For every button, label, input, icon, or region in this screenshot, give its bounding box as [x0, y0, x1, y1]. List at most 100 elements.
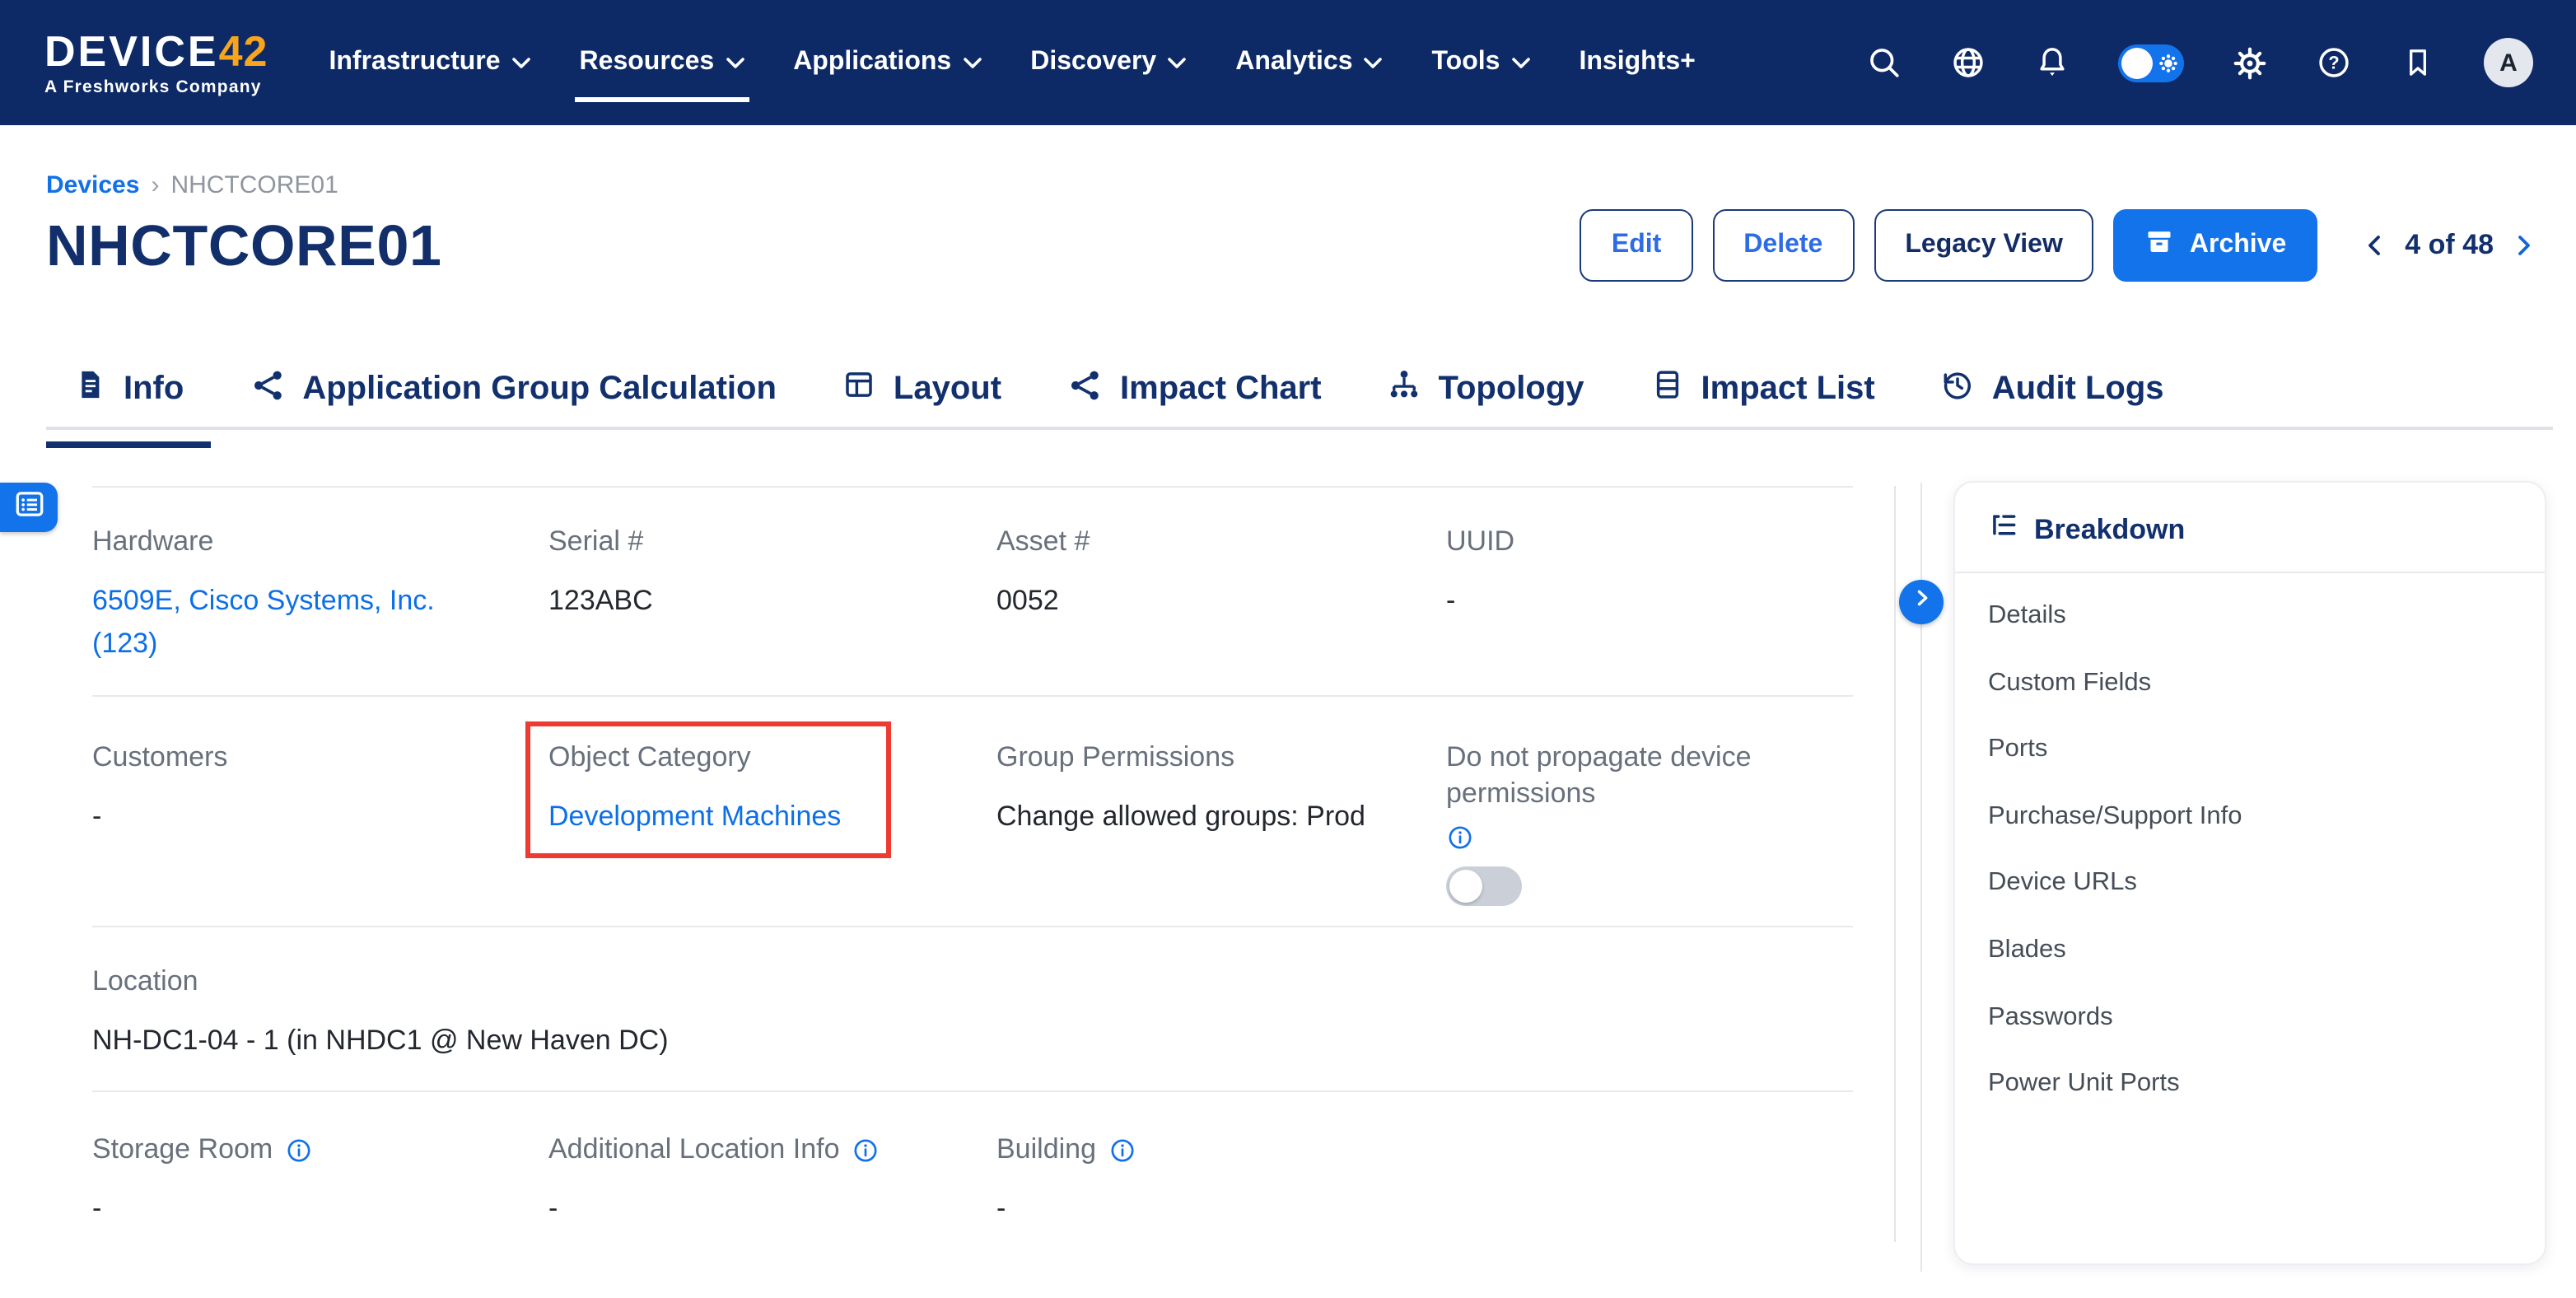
field-row-ownership: Customers - Object Category Development …	[92, 695, 1853, 926]
breakdown-item-blades[interactable]: Blades	[1988, 917, 2512, 984]
theme-toggle[interactable]	[2118, 44, 2184, 82]
tab-layout[interactable]: Layout	[816, 351, 1028, 428]
history-clock-icon	[1941, 367, 1976, 412]
globe-icon[interactable]	[1950, 44, 1986, 81]
device-info-panel: Hardware 6509E, Cisco Systems, Inc. (123…	[92, 486, 1853, 1280]
tab-info[interactable]: Info	[46, 351, 210, 428]
nav-item-resources[interactable]: Resources	[555, 0, 769, 125]
notifications-bell-icon[interactable]	[2034, 44, 2070, 81]
field-value: 0052	[996, 580, 1407, 623]
bookmark-icon[interactable]	[2400, 44, 2436, 81]
field-empty	[1446, 1132, 1853, 1280]
help-icon[interactable]: ?	[2316, 44, 2352, 81]
chevron-down-icon	[1511, 48, 1529, 77]
propagate-permissions-toggle[interactable]	[1446, 866, 1522, 906]
field-group-permissions: Group Permissions Change allowed groups:…	[996, 740, 1446, 926]
collapse-panel-button[interactable]	[1899, 580, 1944, 624]
field-value: -	[1446, 580, 1813, 623]
search-icon[interactable]	[1866, 44, 1902, 81]
user-avatar[interactable]: A	[2484, 38, 2533, 87]
field-storage-room: Storage Room -	[92, 1132, 548, 1280]
field-label: Storage Room	[92, 1132, 273, 1168]
layout-grid-icon	[842, 367, 877, 412]
breakdown-item-custom-fields[interactable]: Custom Fields	[1988, 650, 2512, 717]
breakdown-item-power-unit-ports[interactable]: Power Unit Ports	[1988, 1051, 2512, 1118]
nav-item-label: Tools	[1432, 48, 1500, 77]
field-row-location: Location NH-DC1-04 - 1 (in NHDC1 @ New H…	[92, 926, 1853, 1090]
breakdown-item-purchase-support-info[interactable]: Purchase/Support Info	[1988, 784, 2512, 851]
tab-topology[interactable]: Topology	[1361, 351, 1611, 428]
nav-item-insights-plus[interactable]: Insights+	[1554, 0, 1720, 125]
nav-item-analytics[interactable]: Analytics	[1211, 0, 1407, 125]
field-label: Building	[996, 1132, 1096, 1168]
nav-item-discovery[interactable]: Discovery	[1006, 0, 1211, 125]
nav-item-label: Discovery	[1030, 48, 1156, 77]
breadcrumb: Devices › NHCTCORE01	[46, 171, 338, 199]
tree-list-icon	[1988, 511, 2019, 550]
chevron-down-icon	[512, 48, 530, 77]
logo[interactable]: DEVICE42 A Freshworks Company	[44, 30, 268, 96]
field-label: Object Category	[548, 740, 957, 776]
chevron-down-icon	[1365, 48, 1383, 77]
breakdown-item-details[interactable]: Details	[1988, 583, 2512, 650]
side-panel-dock-toggle[interactable]	[0, 483, 58, 532]
tab-audit-logs[interactable]: Audit Logs	[1915, 351, 2191, 428]
tab-bar: Info Application Group Calculation Layou…	[46, 351, 2191, 428]
logo-tagline: A Freshworks Company	[44, 79, 268, 96]
tab-application-group-calculation[interactable]: Application Group Calculation	[223, 351, 803, 428]
tab-label: Impact List	[1701, 371, 1875, 409]
breakdown-title: Breakdown	[2034, 514, 2185, 547]
hardware-link[interactable]: 6509E, Cisco Systems, Inc. (123)	[92, 580, 504, 665]
tab-impact-chart[interactable]: Impact Chart	[1041, 351, 1348, 428]
object-category-link[interactable]: Development Machines	[548, 796, 841, 838]
field-row-building: Storage Room - Additional Location Info …	[92, 1090, 1853, 1280]
tab-label: Application Group Calculation	[302, 371, 777, 409]
logo-text: DEVICE	[44, 30, 219, 72]
nav-item-label: Insights+	[1579, 48, 1695, 77]
info-icon[interactable]	[1108, 1136, 1136, 1164]
legacy-view-button[interactable]: Legacy View	[1874, 209, 2094, 282]
archive-button[interactable]: Archive	[2114, 209, 2317, 282]
breakdown-item-device-urls[interactable]: Device URLs	[1988, 851, 2512, 917]
field-value: -	[92, 796, 509, 838]
device42-app: DEVICE42 A Freshworks Company Infrastruc…	[0, 0, 2576, 1298]
content-divider-line	[1894, 486, 1896, 1242]
field-label: UUID	[1446, 524, 1813, 560]
breakdown-item-passwords[interactable]: Passwords	[1988, 984, 2512, 1051]
breakdown-item-ports[interactable]: Ports	[1988, 717, 2512, 783]
settings-gear-icon[interactable]	[2232, 44, 2268, 81]
tab-label: Impact Chart	[1120, 371, 1322, 409]
breadcrumb-devices-link[interactable]: Devices	[46, 171, 139, 199]
breakdown-panel: Breakdown Details Custom Fields Ports Pu…	[1953, 481, 2546, 1265]
action-bar: Edit Delete Legacy View Archive 4 of 48	[1580, 209, 2538, 282]
archive-button-label: Archive	[2190, 231, 2286, 260]
field-row-identifiers: Hardware 6509E, Cisco Systems, Inc. (123…	[92, 486, 1853, 695]
nav-item-tools[interactable]: Tools	[1407, 0, 1555, 125]
tab-impact-list[interactable]: Impact List	[1624, 351, 1902, 428]
chevron-left-icon[interactable]	[2360, 231, 2390, 260]
breadcrumb-current: NHCTCORE01	[170, 171, 338, 199]
info-icon[interactable]	[852, 1136, 880, 1164]
info-icon[interactable]	[1446, 824, 1474, 852]
record-pager: 4 of 48	[2360, 229, 2538, 262]
chevron-right-icon[interactable]	[2508, 231, 2538, 260]
field-building: Building -	[996, 1132, 1446, 1280]
breakdown-list: Details Custom Fields Ports Purchase/Sup…	[1955, 573, 2545, 1118]
primary-nav: Infrastructure Resources Applications Di…	[304, 0, 1720, 125]
nav-item-applications[interactable]: Applications	[768, 0, 1006, 125]
share-network-icon	[250, 367, 286, 413]
field-label: Hardware	[92, 524, 509, 560]
delete-button[interactable]: Delete	[1712, 209, 1854, 282]
nav-item-infrastructure[interactable]: Infrastructure	[304, 0, 554, 125]
info-icon[interactable]	[284, 1136, 312, 1164]
nav-utility-bar: ? A	[1866, 38, 2533, 87]
field-uuid: UUID -	[1446, 524, 1853, 695]
nav-item-label: Infrastructure	[329, 48, 500, 77]
topology-icon	[1388, 367, 1422, 412]
logo-wordmark: DEVICE42	[44, 30, 268, 72]
svg-text:?: ?	[2328, 53, 2339, 73]
field-location: Location NH-DC1-04 - 1 (in NHDC1 @ New H…	[92, 964, 1853, 1090]
edit-button[interactable]: Edit	[1580, 209, 1692, 282]
field-value: Change allowed groups: Prod	[996, 796, 1407, 838]
logo-accent: 42	[219, 30, 268, 72]
